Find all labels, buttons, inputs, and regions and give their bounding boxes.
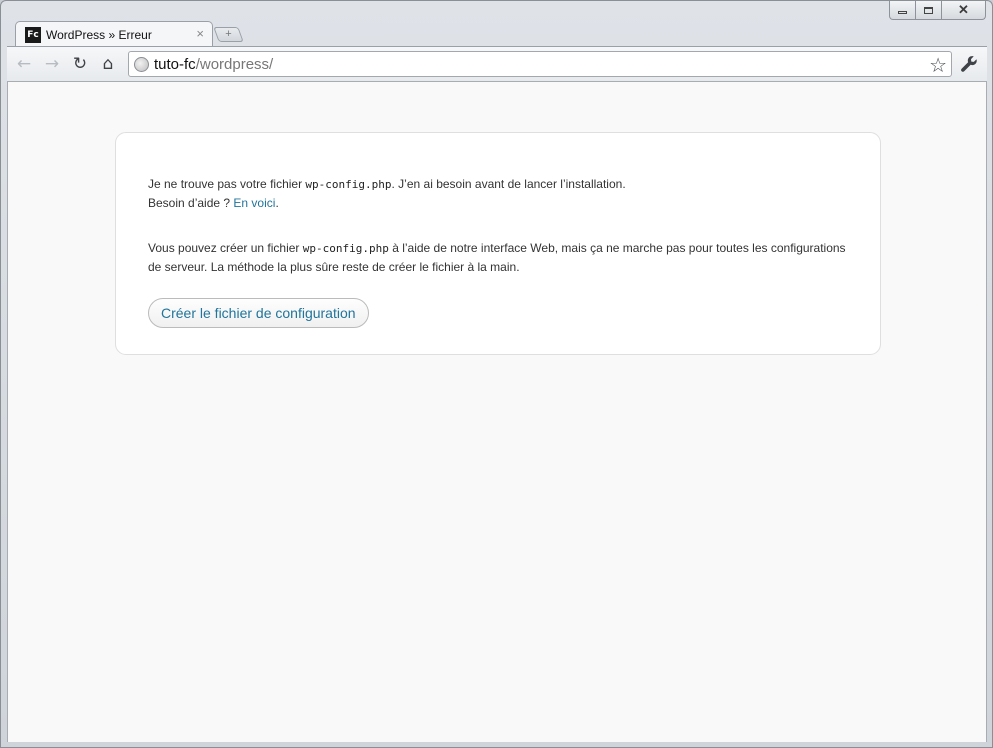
new-tab-button[interactable]: +	[213, 27, 244, 42]
close-window-button[interactable]: ✕	[942, 1, 986, 20]
forward-arrow-icon: →	[44, 54, 60, 74]
minimize-button[interactable]	[889, 1, 916, 20]
reload-button[interactable]: ↻	[69, 54, 91, 74]
reload-icon: ↻	[72, 54, 88, 74]
close-icon: ✕	[958, 2, 969, 17]
config-filename: wp-config.php	[302, 242, 389, 255]
wrench-svg	[961, 56, 977, 72]
maximize-button[interactable]	[916, 1, 942, 20]
tab-wordpress-error[interactable]: Fc WordPress » Erreur ×	[15, 21, 213, 47]
favicon-icon: Fc	[25, 27, 41, 43]
bookmark-star-icon[interactable]: ☆	[929, 53, 947, 77]
maximize-icon	[924, 6, 933, 14]
browser-toolbar: ← → ↻ ⌂ tuto-fc/wordpress/ ☆	[7, 46, 987, 82]
page-content: Je ne trouve pas votre fichier wp-config…	[7, 82, 987, 742]
missing-config-message: Je ne trouve pas votre fichier wp-config…	[148, 175, 848, 212]
window-controls: ✕	[889, 1, 986, 21]
back-button[interactable]: ←	[13, 54, 35, 74]
tab-close-icon[interactable]: ×	[196, 26, 204, 41]
wp-error-box: Je ne trouve pas votre fichier wp-config…	[115, 132, 881, 355]
home-button[interactable]: ⌂	[97, 54, 119, 74]
help-text: Besoin d’aide ?	[148, 196, 234, 210]
tab-title: WordPress » Erreur	[46, 28, 152, 42]
back-arrow-icon: ←	[16, 54, 32, 74]
create-config-message: Vous pouvez créer un fichier wp-config.p…	[148, 239, 848, 276]
plus-icon: +	[225, 28, 232, 40]
help-suffix: .	[275, 196, 279, 210]
url-text: tuto-fc/wordpress/	[154, 56, 273, 73]
home-icon: ⌂	[102, 54, 114, 74]
address-bar[interactable]: tuto-fc/wordpress/ ☆	[128, 51, 952, 77]
url-path: /wordpress/	[195, 56, 274, 73]
globe-icon	[134, 57, 149, 72]
message-text: Je ne trouve pas votre fichier	[148, 177, 306, 191]
help-link[interactable]: En voici	[233, 196, 275, 210]
minimize-icon	[898, 11, 907, 14]
browser-window: ✕ Fc WordPress » Erreur × + ← → ↻ ⌂ tuto…	[0, 0, 993, 748]
url-host: tuto-fc	[154, 56, 196, 73]
config-filename: wp-config.php	[305, 178, 392, 191]
message-text: . J’en ai besoin avant de lancer l’insta…	[391, 177, 626, 191]
wrench-icon[interactable]	[958, 53, 980, 75]
forward-button[interactable]: →	[41, 54, 63, 74]
message-text: Vous pouvez créer un fichier	[148, 241, 303, 255]
create-config-button[interactable]: Créer le fichier de configuration	[148, 298, 369, 328]
